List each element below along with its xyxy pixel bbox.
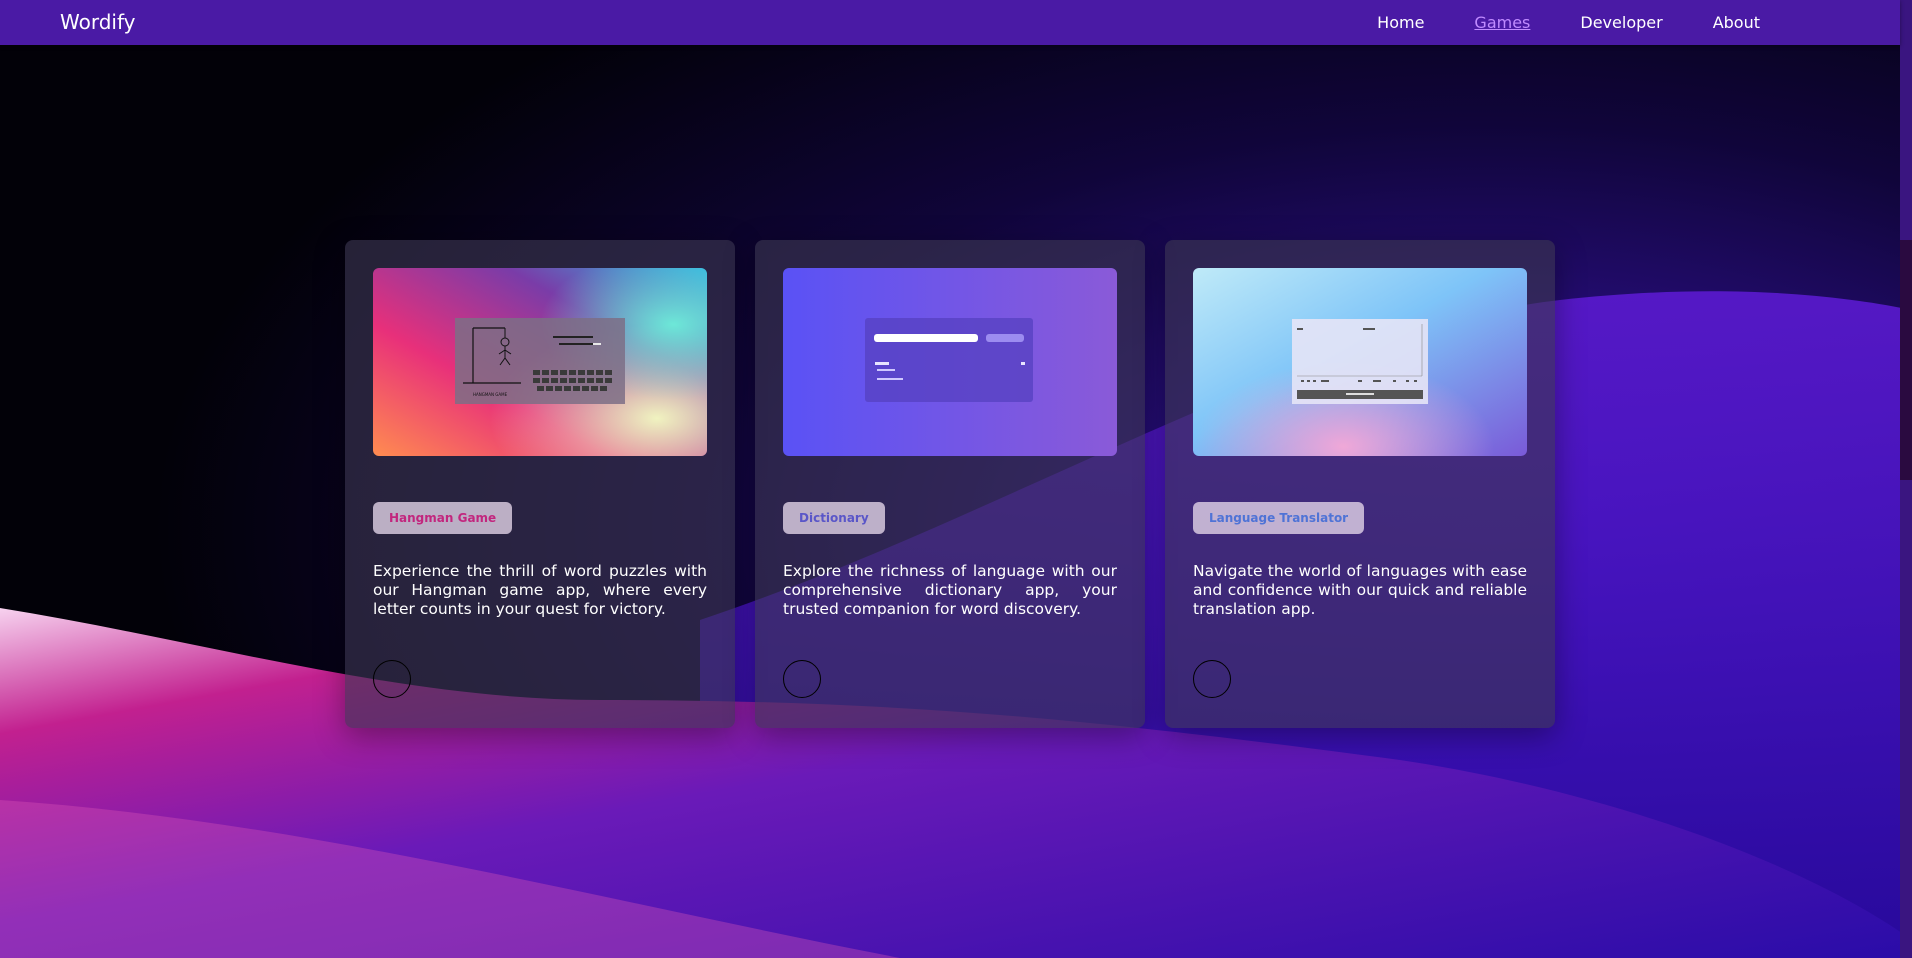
dictionary-badge[interactable]: Dictionary [783,502,885,534]
language-translator-badge[interactable]: Language Translator [1193,502,1365,534]
card-hangman: HANGMAN GAME Hangman Game Experience the… [345,240,735,728]
nav-menu: Home Games Developer About [1377,13,1760,32]
hangman-open-button[interactable] [373,660,411,698]
nav-link-about[interactable]: About [1713,13,1760,32]
top-navbar: Wordify Home Games Developer About [0,0,1900,45]
nav-link-games[interactable]: Games [1474,13,1530,32]
nav-link-home[interactable]: Home [1377,13,1424,32]
card-dictionary: Dictionary Explore the richness of langu… [755,240,1145,728]
dictionary-description: Explore the richness of language with ou… [783,562,1117,618]
hangman-game-badge[interactable]: Hangman Game [373,502,513,534]
nav-link-developer[interactable]: Developer [1580,13,1662,32]
translator-description: Navigate the world of languages with eas… [1193,562,1527,618]
hangman-description: Experience the thrill of word puzzles wi… [373,562,707,618]
translator-preview-image[interactable] [1193,268,1527,456]
hangman-preview-title: HANGMAN GAME [473,392,508,397]
app-cards: HANGMAN GAME Hangman Game Experience the… [345,240,1555,728]
scrollbar-thumb[interactable] [1900,240,1912,480]
dictionary-preview-image[interactable] [783,268,1117,456]
dictionary-open-button[interactable] [783,660,821,698]
hangman-preview-image[interactable]: HANGMAN GAME [373,268,707,456]
brand-logo[interactable]: Wordify [60,10,136,34]
translator-open-button[interactable] [1193,660,1231,698]
card-translator: Language Translator Navigate the world o… [1165,240,1555,728]
